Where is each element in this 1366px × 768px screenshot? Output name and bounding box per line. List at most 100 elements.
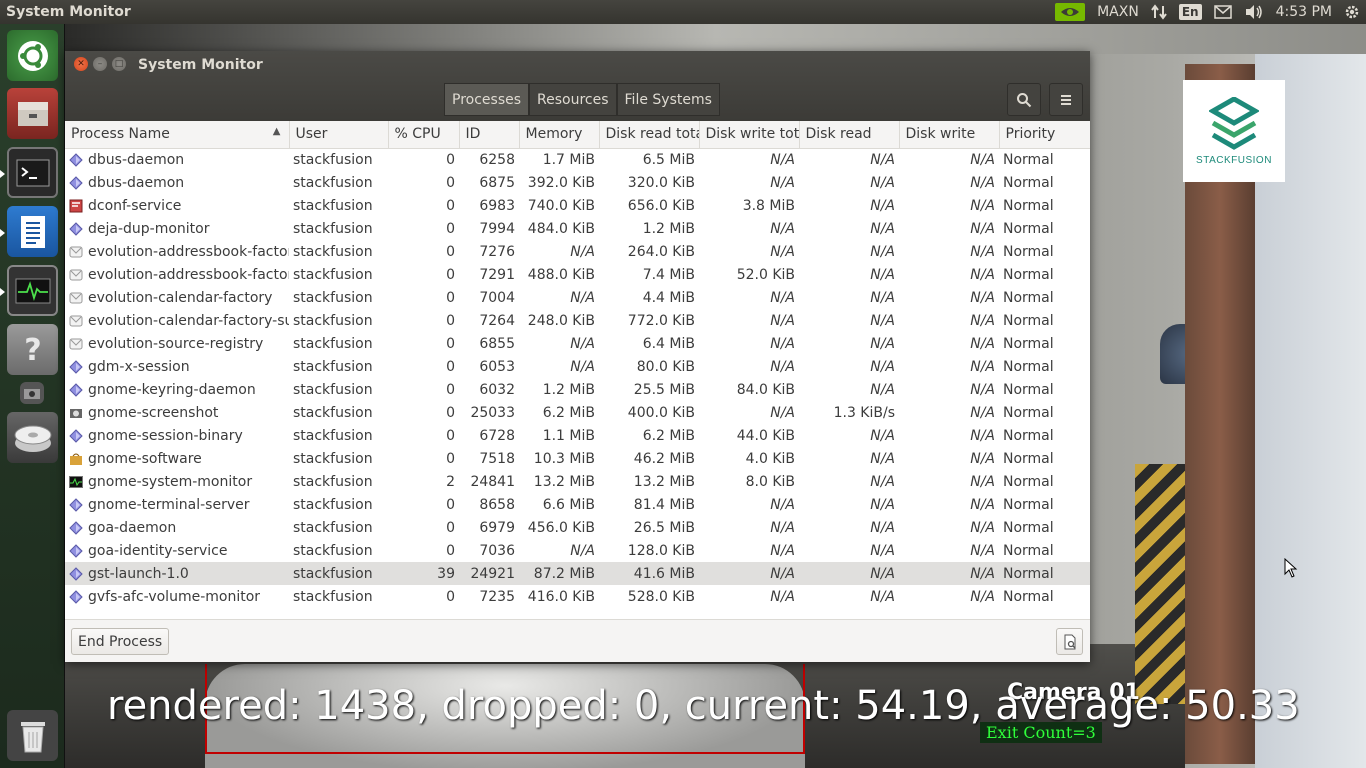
process-name-wrap: goa-daemon — [69, 520, 285, 536]
column-header-process-name[interactable]: Process Name ▲ — [65, 121, 290, 149]
cell-cpu: 0 — [446, 496, 455, 513]
cell-user: stackfusion — [293, 473, 373, 490]
table-row[interactable]: dconf-service stackfusion 0 6983 740.0 KiB 65… — [65, 194, 1090, 217]
process-properties-button[interactable] — [1056, 628, 1083, 655]
table-row[interactable]: gnome-keyring-daemon stackfusion 0 6032 1.2 … — [65, 378, 1090, 401]
cell-disk-write: N/A — [970, 335, 995, 352]
table-row[interactable]: gst-launch-1.0 stackfusion 39 24921 87.2 MiB… — [65, 562, 1090, 585]
close-icon: ✕ — [77, 59, 85, 69]
table-row[interactable]: gvfs-afc-volume-monitor stackfusion 0 7235 4… — [65, 585, 1090, 608]
cell-cpu: 0 — [446, 519, 455, 536]
table-row[interactable]: evolution-source-registry stackfusion 0 685… — [65, 332, 1090, 355]
cell-process-name: dbus-daemon — [65, 171, 289, 194]
table-row[interactable]: evolution-calendar-factory-sub stackfusio… — [65, 309, 1090, 332]
sort-ascending-icon: ▲ — [272, 126, 281, 138]
column-header-disk-write[interactable]: Disk write — [899, 121, 1000, 149]
cell-user: stackfusion — [293, 404, 373, 421]
window-header-bar[interactable]: ✕ – □ System Monitor Processes Resources… — [65, 51, 1090, 121]
process-table[interactable]: Process Name ▲ User % CPU ID Memory Disk … — [65, 121, 1090, 619]
launcher-text-editor-icon[interactable] — [7, 206, 58, 257]
cell-id: 7276 — [479, 243, 515, 260]
launcher-files-icon[interactable] — [7, 88, 58, 139]
gear-icon[interactable] — [1344, 0, 1360, 24]
cell-memory: 740.0 KiB — [527, 197, 595, 214]
column-header-disk-write-total[interactable]: Disk write tota — [699, 121, 800, 149]
network-arrows-icon[interactable] — [1151, 0, 1167, 24]
column-header-memory[interactable]: Memory — [519, 121, 600, 149]
cell-memory: 1.1 MiB — [542, 427, 595, 444]
cell-priority: Normal — [1003, 588, 1054, 605]
cell-disk-write: N/A — [970, 151, 995, 168]
close-window-button[interactable]: ✕ — [74, 57, 88, 71]
cell-priority: Normal — [1003, 220, 1054, 237]
process-name-label: evolution-calendar-factory-sub — [88, 312, 289, 329]
cell-id: 6979 — [479, 519, 515, 536]
launcher-trash-icon[interactable] — [7, 710, 58, 761]
cell-process-name: dbus-daemon — [65, 148, 289, 171]
column-header-id[interactable]: ID — [459, 121, 520, 149]
mail-icon[interactable] — [1213, 0, 1232, 24]
table-row[interactable]: dbus-daemon stackfusion 0 6875 392.0 KiB 320.… — [65, 171, 1090, 194]
cell-disk-write: N/A — [970, 197, 995, 214]
launcher-system-monitor-icon[interactable] — [7, 265, 58, 316]
cell-user: stackfusion — [289, 562, 388, 585]
clock-label[interactable]: 4:53 PM — [1276, 0, 1332, 24]
table-row[interactable]: gdm-x-session stackfusion 0 6053 N/A 80.0 KiB… — [65, 355, 1090, 378]
launcher-terminal-icon[interactable] — [7, 147, 58, 198]
table-row[interactable]: goa-daemon stackfusion 0 6979 456.0 KiB 26.5 … — [65, 516, 1090, 539]
cell-disk-write: N/A — [970, 588, 995, 605]
cell-memory: N/A — [570, 542, 595, 559]
column-header-disk-read[interactable]: Disk read — [799, 121, 900, 149]
cell-disk-read: N/A — [870, 473, 895, 490]
table-row[interactable]: evolution-addressbook-factory stackfusion… — [65, 240, 1090, 263]
column-header-cpu[interactable]: % CPU — [388, 121, 460, 149]
top-panel: System Monitor MAXN En 4:53 PM — [0, 0, 1366, 24]
column-header-disk-read-total[interactable]: Disk read tota — [599, 121, 700, 149]
cell-id: 7235 — [479, 588, 515, 605]
cell-disk-write-total: N/A — [770, 220, 795, 237]
end-process-button[interactable]: End Process — [71, 628, 170, 655]
launcher-help-icon[interactable]: ? — [7, 324, 58, 375]
minimize-window-button[interactable]: – — [93, 57, 107, 71]
volume-icon[interactable] — [1244, 0, 1264, 24]
table-row[interactable]: gnome-software stackfusion 0 7518 10.3 MiB 46… — [65, 447, 1090, 470]
cell-priority: Normal — [999, 562, 1090, 585]
table-row[interactable]: gnome-screenshot stackfusion 0 25033 6.2 MiB… — [65, 401, 1090, 424]
cell-cpu: 0 — [446, 450, 455, 467]
search-button[interactable] — [1007, 83, 1041, 116]
launcher-drive-icon[interactable] — [7, 412, 58, 463]
cell-cpu: 2 — [446, 473, 455, 490]
process-name-wrap: gvfs-afc-volume-monitor — [69, 589, 285, 605]
table-row[interactable]: dbus-daemon stackfusion 0 6258 1.7 MiB 6.5 Mi… — [65, 148, 1090, 171]
menu-button[interactable] — [1049, 83, 1083, 116]
software-icon — [69, 452, 83, 466]
cell-id: 7291 — [479, 266, 515, 283]
maximize-window-button[interactable]: □ — [112, 57, 126, 71]
table-row[interactable]: gnome-session-binary stackfusion 0 6728 1.1 … — [65, 424, 1090, 447]
launcher-ubuntu-icon[interactable] — [7, 30, 58, 81]
table-row[interactable]: evolution-addressbook-factory stackfusion… — [65, 263, 1090, 286]
power-mode-label[interactable]: MAXN — [1097, 0, 1139, 24]
keyboard-layout-indicator[interactable]: En — [1178, 0, 1202, 24]
cell-disk-write-total: N/A — [770, 289, 795, 306]
tab-resources[interactable]: Resources — [529, 83, 617, 116]
column-header-priority[interactable]: Priority — [999, 121, 1090, 149]
tab-processes[interactable]: Processes — [444, 83, 530, 116]
nvidia-icon[interactable] — [1055, 0, 1086, 24]
evolution-icon — [69, 245, 83, 259]
column-header-user[interactable]: User — [289, 121, 389, 149]
table-row[interactable]: evolution-calendar-factory stackfusion 0 70… — [65, 286, 1090, 309]
tab-file-systems[interactable]: File Systems — [616, 83, 720, 116]
cell-disk-write-total: N/A — [770, 588, 795, 605]
launcher-camera-icon[interactable] — [20, 382, 44, 404]
table-row[interactable]: goa-identity-service stackfusion 0 7036 N/A 1… — [65, 539, 1090, 562]
cell-priority: Normal — [1003, 473, 1054, 490]
table-row[interactable]: deja-dup-monitor stackfusion 0 7994 484.0 Ki… — [65, 217, 1090, 240]
table-row[interactable]: gnome-terminal-server stackfusion 0 8658 6.6… — [65, 493, 1090, 516]
cell-memory: 6.2 MiB — [542, 404, 595, 421]
cell-cpu: 0 — [446, 542, 455, 559]
cell-disk-read-total: 46.2 MiB — [633, 450, 695, 467]
table-row[interactable]: gnome-system-monitor stackfusion 2 24841 13.… — [65, 470, 1090, 493]
generic-process-icon — [69, 359, 83, 374]
cell-memory: 87.2 MiB — [519, 562, 599, 585]
